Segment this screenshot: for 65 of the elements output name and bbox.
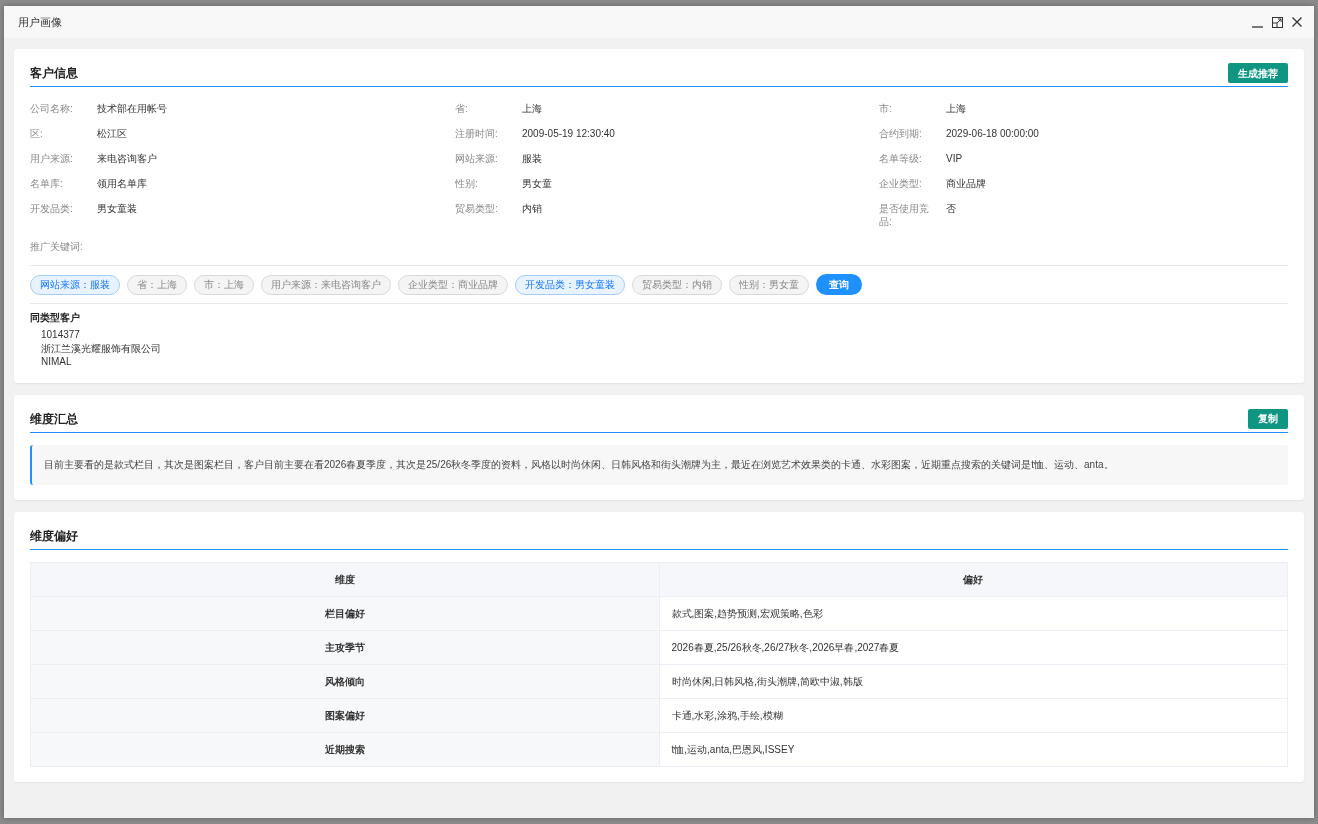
field-label: 名单等级: (879, 152, 923, 165)
field-value: 商业品牌 (946, 177, 986, 190)
column-header: 偏好 (659, 562, 1288, 596)
filter-tag[interactable]: 性别：男女童 (729, 274, 809, 295)
field-label: 市: (879, 102, 893, 115)
field-label: 网站来源: (455, 152, 499, 165)
field-label: 公司名称: (30, 102, 74, 115)
field-value: 男女童装 (97, 202, 137, 216)
field-value: 松江区 (97, 127, 127, 140)
column-header: 维度 (30, 562, 659, 596)
field-label: 省: (455, 102, 469, 115)
field-label: 区: (30, 127, 44, 140)
window-title: 用户画像 (18, 14, 62, 30)
field-value: VIP (946, 152, 963, 165)
field-label: 贸易类型: (455, 202, 499, 216)
field-label: 性别: (455, 177, 479, 190)
close-icon[interactable] (1292, 17, 1302, 27)
query-button[interactable]: 查询 (816, 274, 862, 295)
filter-tag[interactable]: 网站来源：服装 (30, 274, 120, 295)
table-cell: 近期搜索 (30, 732, 659, 766)
field-value: 内销 (522, 202, 542, 216)
table-cell: 图案偏好 (30, 698, 659, 732)
filter-tag[interactable]: 用户来源：来电咨询客户 (261, 274, 391, 295)
field-value: 来电咨询客户 (97, 152, 157, 165)
similar-customers-title: 同类型客户 (30, 311, 81, 324)
filter-tag[interactable]: 开发品类：男女童装 (515, 274, 625, 295)
field-label: 企业类型: (879, 177, 923, 190)
section-title: 维度偏好 (30, 527, 78, 545)
field-value: 男女童 (522, 177, 552, 190)
field-label: 用户来源: (30, 152, 74, 165)
field-value: 领用名单库 (97, 177, 147, 190)
filter-tag[interactable]: 贸易类型：内销 (632, 274, 722, 295)
field-value: 上海 (522, 102, 542, 115)
action-button[interactable]: 生成推荐 (1228, 63, 1288, 83)
field-value: 上海 (946, 102, 966, 115)
field-label: 注册时间: (455, 127, 499, 140)
field-value: 否 (946, 202, 956, 216)
field-value: 服装 (522, 152, 542, 165)
table-cell: 卡通,水彩,涂鸦,手绘,模糊 (659, 698, 1288, 732)
section-title: 维度汇总 (30, 410, 78, 428)
field-value: 技术部在用帐号 (97, 102, 167, 115)
table-cell: 款式,图案,趋势预测,宏观策略,色彩 (659, 596, 1288, 630)
table-cell: t恤,运动,anta,巴恩风,ISSEY (659, 732, 1288, 766)
similar-customer: 1014377 (41, 328, 81, 342)
field-value: 2009-05-19 12:30:40 (522, 127, 615, 140)
field-label: 开发品类: (30, 202, 74, 216)
action-button[interactable]: 复制 (1248, 408, 1288, 429)
table-cell: 风格倾向 (30, 664, 659, 698)
field-label: 是否使用竞品: (879, 202, 930, 228)
filter-tag[interactable]: 省：上海 (127, 274, 187, 295)
table-cell: 主攻季节 (30, 630, 659, 664)
maximize-icon[interactable] (1272, 16, 1283, 28)
table-cell: 2026春夏,25/26秋冬,26/27秋冬,2026早春,2027春夏 (659, 630, 1288, 664)
similar-customer: 浙江兰溪光耀服饰有限公司 (41, 341, 162, 355)
field-label: 合约到期: (879, 127, 923, 140)
field-label: 推广关键词: (30, 240, 84, 253)
section-title: 客户信息 (30, 65, 78, 82)
summary-text: 目前主要看的是款式栏目，其次是图案栏目，客户目前主要在看2026春夏季度，其次是25/26秋冬季度的资料，风格以时尚休闲、日韩风格和街头潮牌为主，最近在浏览艺术效果类的卡通、水彩图案，近期重点搜索的关键词是t恤、运动、anta。 (30, 444, 1288, 485)
field-value: 2029-06-18 00:00:00 (946, 127, 1039, 140)
filter-tag[interactable]: 企业类型：商业品牌 (398, 274, 508, 295)
similar-customer: NIMAL (41, 355, 73, 369)
filter-tag[interactable]: 市：上海 (194, 274, 254, 295)
table-cell: 栏目偏好 (30, 596, 659, 630)
field-label: 名单库: (30, 177, 64, 190)
table-cell: 时尚休闲,日韩风格,街头潮牌,简欧中淑,韩版 (659, 664, 1288, 698)
